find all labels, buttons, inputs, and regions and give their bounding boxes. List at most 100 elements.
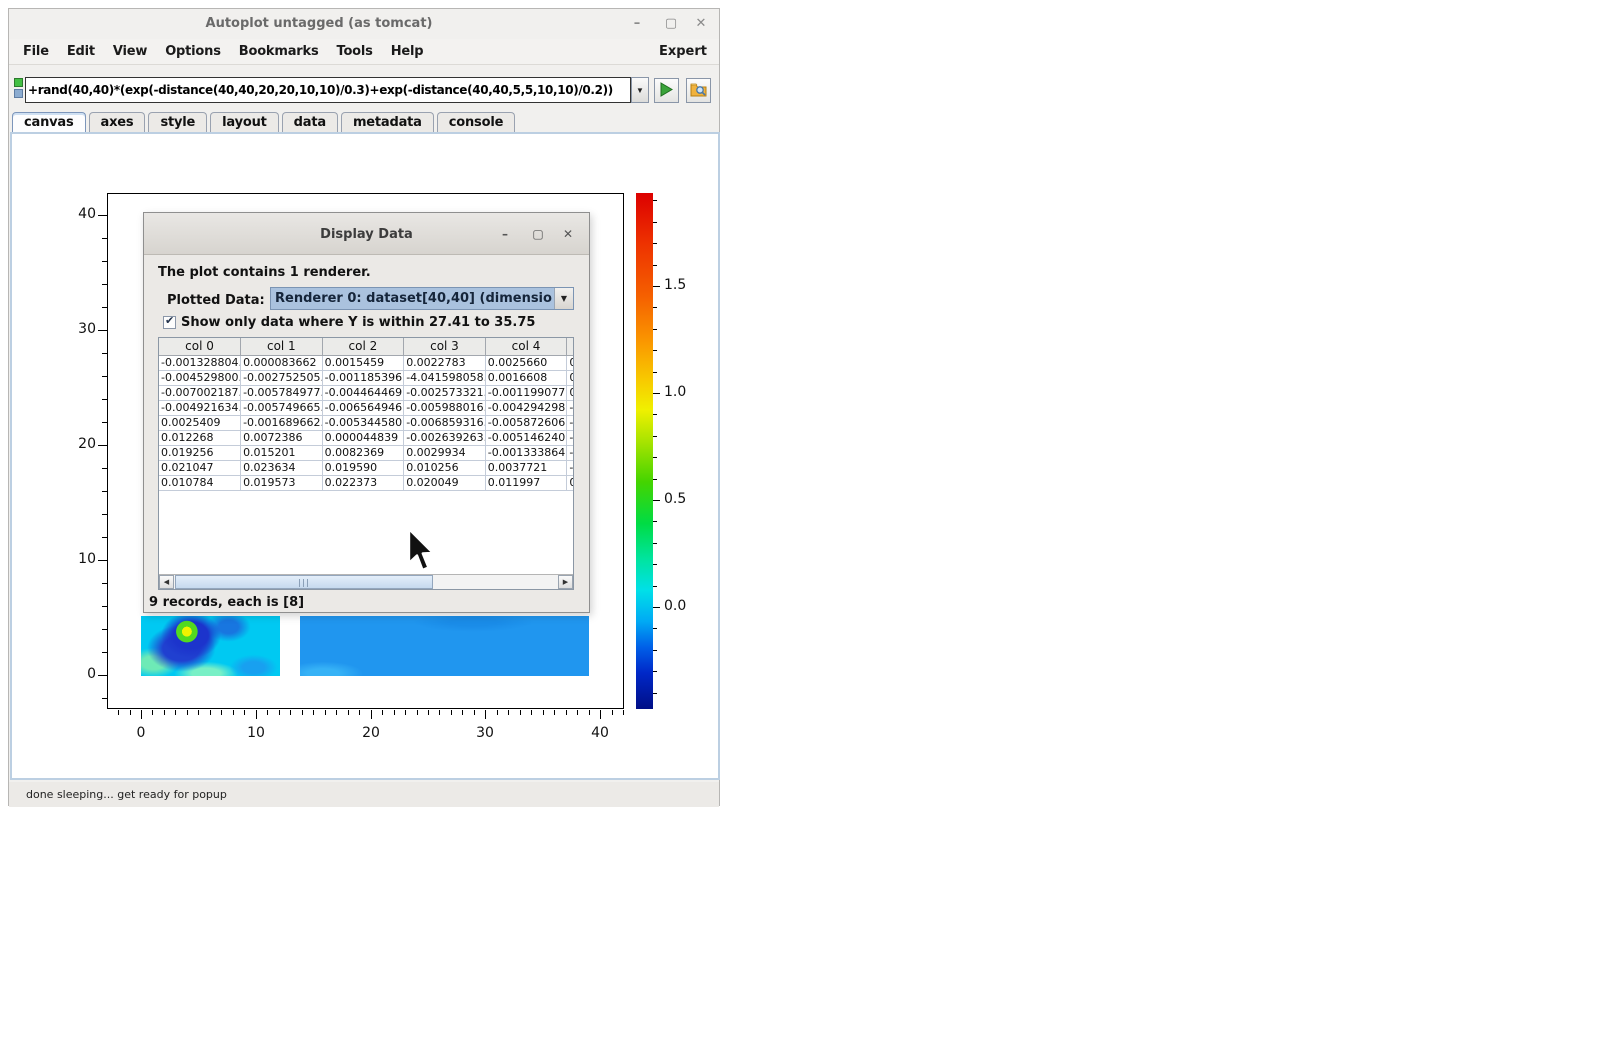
table-cell[interactable]: 0.000044839 bbox=[322, 430, 404, 445]
table-cell[interactable]: -0.006859316... bbox=[404, 415, 486, 430]
table-cell[interactable]: 0.00 bbox=[567, 475, 573, 490]
table-cell[interactable]: 0.0015459 bbox=[322, 355, 404, 370]
window-titlebar[interactable]: Autoplot untagged (as tomcat) – ▢ ✕ bbox=[9, 9, 719, 39]
menu-item-help[interactable]: Help bbox=[382, 39, 433, 65]
table-cell[interactable]: 0.022373 bbox=[322, 475, 404, 490]
table-cell[interactable]: -0.005344580... bbox=[322, 415, 404, 430]
chevron-down-icon[interactable]: ▼ bbox=[554, 288, 573, 309]
table-cell[interactable]: 0.0022783 bbox=[404, 355, 486, 370]
horizontal-scrollbar[interactable]: ◀ ▶ bbox=[159, 574, 573, 589]
table-cell[interactable]: 0.0072386 bbox=[241, 430, 323, 445]
colorbar[interactable] bbox=[636, 193, 653, 709]
table-cell[interactable]: -0.007002187... bbox=[159, 385, 241, 400]
table-cell[interactable]: -0.005146240... bbox=[485, 430, 567, 445]
dialog-close-icon[interactable]: ✕ bbox=[559, 225, 577, 243]
table-cell[interactable]: 0.0016608 bbox=[485, 370, 567, 385]
table-cell[interactable]: -0.004529800... bbox=[159, 370, 241, 385]
heatmap-segment-left[interactable] bbox=[141, 616, 280, 676]
uri-input[interactable] bbox=[25, 77, 631, 103]
menu-item-file[interactable]: File bbox=[14, 39, 58, 65]
plot-go-button[interactable] bbox=[654, 78, 679, 103]
close-icon[interactable]: ✕ bbox=[691, 14, 711, 34]
table-cell[interactable]: 0.0025409 bbox=[159, 415, 241, 430]
table-cell[interactable]: -0.0 bbox=[567, 460, 573, 475]
dialog-minimize-icon[interactable]: – bbox=[496, 225, 514, 243]
filter-checkbox[interactable]: ✔ bbox=[163, 316, 176, 329]
menu-item-options[interactable]: Options bbox=[156, 39, 230, 65]
maximize-icon[interactable]: ▢ bbox=[661, 14, 681, 34]
table-column-header[interactable]: col 2 bbox=[322, 338, 404, 355]
minimize-icon[interactable]: – bbox=[627, 14, 647, 34]
table-cell[interactable]: 0.000083662 bbox=[241, 355, 323, 370]
table-cell[interactable]: 0.019256 bbox=[159, 445, 241, 460]
table-cell[interactable]: 0.010784 bbox=[159, 475, 241, 490]
colorbar-tick bbox=[653, 414, 657, 415]
table-cell[interactable]: -0.004921634... bbox=[159, 400, 241, 415]
menu-item-view[interactable]: View bbox=[104, 39, 156, 65]
menu-item-tools[interactable]: Tools bbox=[328, 39, 382, 65]
plot-canvas[interactable]: Display Data – ▢ ✕ The plot contains 1 r… bbox=[10, 132, 720, 780]
table-cell[interactable]: 0.015201 bbox=[241, 445, 323, 460]
table-cell[interactable]: 0.023634 bbox=[241, 460, 323, 475]
table-cell[interactable]: -0.005988016... bbox=[404, 400, 486, 415]
table-cell[interactable]: -0.001333864... bbox=[485, 445, 567, 460]
tab-canvas[interactable]: canvas bbox=[12, 112, 86, 133]
table-column-header[interactable]: col 4 bbox=[485, 338, 567, 355]
table-cell[interactable]: 0.020049 bbox=[404, 475, 486, 490]
table-cell[interactable]: 0.019590 bbox=[322, 460, 404, 475]
table-cell[interactable]: -0.005872606... bbox=[485, 415, 567, 430]
table-cell[interactable]: 0.012268 bbox=[159, 430, 241, 445]
table-cell[interactable]: -0.0 bbox=[567, 430, 573, 445]
table-cell[interactable]: -0.002573321... bbox=[404, 385, 486, 400]
table-cell[interactable]: -0.002639263... bbox=[404, 430, 486, 445]
table-cell[interactable]: -0.002752505... bbox=[241, 370, 323, 385]
dialog-titlebar[interactable]: Display Data – ▢ ✕ bbox=[144, 213, 589, 255]
table-cell[interactable]: -0.0 bbox=[567, 445, 573, 460]
table-cell[interactable]: 0.00 bbox=[567, 355, 573, 370]
table-column-header[interactable]: col 1 bbox=[241, 338, 323, 355]
tab-axes[interactable]: axes bbox=[89, 112, 146, 133]
plotted-data-combobox[interactable]: Renderer 0: dataset[40,40] (dimension...… bbox=[270, 287, 574, 310]
tab-metadata[interactable]: metadata bbox=[341, 112, 434, 133]
table-column-header[interactable]: col 3 bbox=[404, 338, 486, 355]
tab-layout[interactable]: layout bbox=[210, 112, 279, 133]
table-cell[interactable]: -0.001328804... bbox=[159, 355, 241, 370]
table-column-header[interactable]: col 0 bbox=[159, 338, 241, 355]
table-cell[interactable]: 0.011997 bbox=[485, 475, 567, 490]
table-cell[interactable]: -0.006564946... bbox=[322, 400, 404, 415]
table-row: 0.0192560.0152010.00823690.0029934-0.001… bbox=[159, 445, 573, 460]
table-cell[interactable]: -0.001185396... bbox=[322, 370, 404, 385]
scrollbar-thumb[interactable] bbox=[175, 575, 433, 589]
table-cell[interactable]: 0.0037721 bbox=[485, 460, 567, 475]
table-cell[interactable]: -0.005784977... bbox=[241, 385, 323, 400]
table-cell[interactable]: -0.0 bbox=[567, 415, 573, 430]
table-cell[interactable]: -0.004464469... bbox=[322, 385, 404, 400]
table-cell[interactable]: -0.0 bbox=[567, 400, 573, 415]
table-column-header[interactable] bbox=[567, 338, 573, 355]
table-cell[interactable]: 0.010256 bbox=[404, 460, 486, 475]
menu-item-edit[interactable]: Edit bbox=[58, 39, 104, 65]
table-cell[interactable]: 0.0029934 bbox=[404, 445, 486, 460]
tab-data[interactable]: data bbox=[282, 112, 338, 133]
table-cell[interactable]: -0.004294298... bbox=[485, 400, 567, 415]
heatmap-segment-right[interactable] bbox=[300, 616, 589, 676]
table-cell[interactable]: 0.021047 bbox=[159, 460, 241, 475]
table-cell[interactable]: 0.00 bbox=[567, 385, 573, 400]
dialog-maximize-icon[interactable]: ▢ bbox=[529, 225, 547, 243]
table-cell[interactable]: -0.005749665... bbox=[241, 400, 323, 415]
menu-item-bookmarks[interactable]: Bookmarks bbox=[230, 39, 328, 65]
table-cell[interactable]: 0.00 bbox=[567, 370, 573, 385]
table-cell[interactable]: -4.041598058... bbox=[404, 370, 486, 385]
table-cell[interactable]: -0.001199077... bbox=[485, 385, 567, 400]
scroll-right-icon[interactable]: ▶ bbox=[558, 575, 573, 589]
table-cell[interactable]: -0.001689662... bbox=[241, 415, 323, 430]
table-cell[interactable]: 0.019573 bbox=[241, 475, 323, 490]
uri-history-dropdown-button[interactable]: ▼ bbox=[631, 77, 649, 103]
table-cell[interactable]: 0.0025660 bbox=[485, 355, 567, 370]
expert-mode-toggle[interactable]: Expert bbox=[659, 44, 707, 59]
tab-console[interactable]: console bbox=[437, 112, 515, 133]
data-source-browse-button[interactable] bbox=[686, 78, 711, 103]
scroll-left-icon[interactable]: ◀ bbox=[159, 575, 174, 589]
tab-style[interactable]: style bbox=[148, 112, 207, 133]
table-cell[interactable]: 0.0082369 bbox=[322, 445, 404, 460]
